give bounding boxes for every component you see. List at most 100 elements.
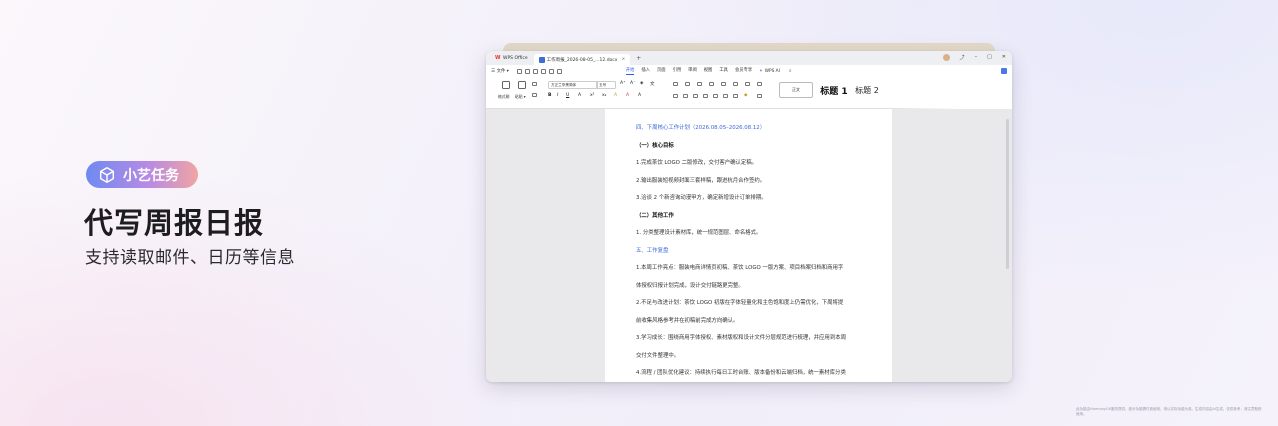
pinyin-button[interactable]: 文 [650,81,655,87]
document-area: 四、下周核心工作计划（2026.08.05–2026.08.12） （一）核心目标… [486,109,1012,382]
avatar[interactable] [942,54,950,61]
document-line: 3.洽谈 2 个新咨询动漫甲方，确定新增设计订单排期。 [636,195,767,201]
align-left-icon[interactable] [673,94,678,98]
document-line: 五、工作复盘 [636,247,669,254]
show-marks-icon[interactable] [745,82,750,86]
panel-toggle-icon[interactable] [1001,68,1007,74]
tab-tools[interactable]: 工具 [719,67,728,75]
char-border-button[interactable]: A [638,93,641,98]
grow-font-button[interactable]: A⁺ [620,81,625,86]
tab-stops-icon[interactable] [757,82,762,86]
superscript-button[interactable]: x² [590,93,594,98]
style-heading-1[interactable]: 标题 1 [817,82,851,98]
document-line: 4.流程 / 团队优化建议：持续执行每日工时台账、版本备份和云端归档，统一素材库… [636,370,846,376]
disclaimer-text: 此功能由HarmonyOS服务提供，部分功能需付费使用，请以实际功能为准。生成内… [1076,407,1262,416]
font-color-button[interactable]: A [626,93,629,98]
tab-view[interactable]: 视图 [704,67,713,75]
tab-page[interactable]: 页面 [657,67,666,75]
title-bar: W WPS Office 工作周报_2026-08-05_...12.docx … [486,51,1012,65]
wps-ai-label: WPS AI [764,68,780,74]
cut-icon[interactable] [532,82,537,86]
maximize-button[interactable]: □ [987,54,992,61]
clear-format-button[interactable]: ◈ [640,81,643,86]
tab-insert[interactable]: 插入 [641,67,650,75]
borders-icon[interactable] [757,94,762,98]
close-icon[interactable]: × [621,57,625,62]
style-gallery: 正文 标题 1 标题 2 [779,80,883,100]
print-icon[interactable] [532,68,538,74]
menu-bar: 三 文件 ▾ 开始 插入 页面 引用 审阅 视图 工具 会员专享 ✦ WPS AI… [486,65,1012,77]
xiaoyi-task-badge: 小艺任务 [86,161,198,188]
strikethrough-button[interactable]: A [578,93,581,98]
search-icon[interactable]: ⌕ [789,68,792,74]
decrease-indent-icon[interactable] [697,82,702,86]
document-tab[interactable]: 工作周报_2026-08-05_...12.docx × [533,54,631,65]
font-size-select[interactable]: 五号 [596,81,616,89]
document-line: 2.不足与改进计划：茶饮 LOGO 初版在字体轻量化和主色饱和度上仍需优化，下周… [636,300,844,306]
document-tab-label: 工作周报_2026-08-05_...12.docx [546,57,618,63]
align-center-icon[interactable] [683,94,688,98]
distribute-icon[interactable] [713,94,718,98]
document-line: 体授权归报计划完成，设计交付链路更完整。 [636,282,744,289]
ribbon-fade [882,77,1012,109]
document-line: 1.完成茶饮 LOGO 二版修改，交付客户确认定稿。 [636,160,758,166]
save-icon[interactable] [516,68,522,74]
undo-icon[interactable] [548,68,554,74]
paste-label[interactable]: 粘贴 ▾ [515,94,526,100]
increase-indent-icon[interactable] [709,82,714,86]
quick-access [516,68,562,74]
wps-logo-icon: W [495,54,501,61]
justify-icon[interactable] [703,94,708,98]
columns-icon[interactable] [723,94,728,98]
file-menu[interactable]: 三 文件 ▾ [491,68,509,74]
tab-home[interactable]: 开始 [625,67,635,75]
bold-button[interactable]: B [548,93,551,98]
app-tab[interactable]: W WPS Office [489,53,534,64]
document-line: （二）其他工作 [636,212,674,219]
hero-title: 代写周报日报 [84,206,265,240]
document-line: 交付文件整理中。 [636,352,680,359]
tab-member[interactable]: 会员专享 [735,67,752,75]
redo-icon[interactable] [556,68,562,74]
copy-icon[interactable] [532,93,537,97]
shading-button[interactable]: ◆ [744,93,747,98]
style-normal[interactable]: 正文 [779,82,813,98]
open-icon[interactable] [524,68,530,74]
style-heading-2[interactable]: 标题 2 [851,82,883,98]
document-line: 前收集风格参考并在初稿前完成方向确认。 [636,317,739,324]
document-line: 1.本周工作亮点：服装电商详情页初稿、茶饮 LOGO 一版方案、项目档案归档和商… [636,265,844,271]
numbered-list-icon[interactable] [685,82,690,86]
share-icon[interactable]: ⤴ [960,54,965,61]
tab-review[interactable]: 审阅 [688,67,697,75]
wps-window: W WPS Office 工作周报_2026-08-05_...12.docx … [486,51,1012,382]
ribbon-toolbar: 格式刷 粘贴 ▾ 方正兰亭黑简体 五号 B I U A x² x₂ A A A … [486,77,1012,109]
document-line: 四、下周核心工作计划（2026.08.05–2026.08.12） [636,125,766,131]
text-direction-icon[interactable] [733,94,738,98]
underline-button[interactable]: U [566,93,569,98]
paste-icon[interactable] [518,81,526,89]
subscript-button[interactable]: x₂ [602,93,606,98]
document-line: 2.输出服装短视频封面三套样稿，跟进杭月合作签约。 [636,177,766,184]
document-line: 3.学习成长：围绕商用字体授权、素材版权和设计文件分层规范进行梳理，并应用到本周 [636,335,846,341]
italic-button[interactable]: I [557,93,558,98]
ai-sparkle-icon: ✦ [759,68,763,74]
wps-ai-button[interactable]: ✦ WPS AI [759,67,780,75]
font-name-select[interactable]: 方正兰亭黑简体 [548,81,598,89]
document-page[interactable]: 四、下周核心工作计划（2026.08.05–2026.08.12） （一）核心目标… [605,109,892,382]
hero-subtitle: 支持读取邮件、日历等信息 [85,248,295,268]
bullet-list-icon[interactable] [673,82,678,86]
line-spacing-icon[interactable] [733,82,738,86]
format-painter-icon[interactable] [502,81,510,89]
highlight-button[interactable]: A [614,93,617,98]
close-window-button[interactable]: ✕ [1002,54,1006,61]
format-painter-label: 格式刷 [498,94,510,99]
preview-icon[interactable] [540,68,546,74]
sort-icon[interactable] [721,82,726,86]
shrink-font-button[interactable]: A⁻ [630,81,635,86]
new-tab-button[interactable]: + [636,55,641,62]
align-right-icon[interactable] [693,94,698,98]
vertical-scrollbar[interactable] [1006,119,1009,269]
minimize-button[interactable]: – [975,54,978,61]
badge-label: 小艺任务 [123,167,179,184]
tab-reference[interactable]: 引用 [673,67,682,75]
